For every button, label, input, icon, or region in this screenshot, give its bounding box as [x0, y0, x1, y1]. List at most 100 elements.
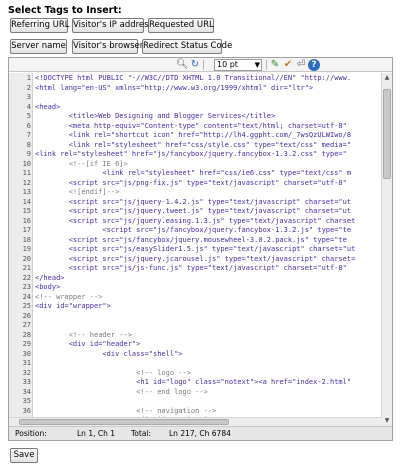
code-line: <h1 id="logo" class="notext"><a href="in… [35, 378, 352, 386]
format-icon[interactable]: ✔ [282, 59, 294, 71]
line-number: 17 [22, 226, 31, 234]
line-number: 1 [26, 74, 31, 82]
server-name-button[interactable]: Server name [10, 39, 67, 54]
line-number: 15 [22, 207, 31, 215]
line-number: 23 [22, 283, 31, 291]
line-number: 18 [22, 235, 31, 244]
code-line: <script src="js/js-func.js" type="text/j… [35, 264, 347, 272]
line-number: 20 [22, 254, 31, 263]
code-area[interactable]: 1 2 3 4 5 6 7 8 9 10 11 12 13 14 15 16 17 18 19 20 21 22 23 24 2… [9, 73, 382, 426]
code-line: <link rel="shortcut icon" href="http://l… [35, 131, 352, 139]
line-number: 33 [22, 378, 31, 386]
code-line: <div id="header"> [35, 340, 141, 348]
code-line: <!DOCTYPE html PUBLIC "-//W3C//DTD XHTML… [35, 74, 352, 82]
code-line: <script src="js/fancybox/jquery.fancybox… [35, 226, 352, 234]
code-line: <body> [35, 283, 61, 291]
chevron-down-icon: ▼ [254, 61, 260, 69]
search-icon[interactable]: 🔍︎ [176, 59, 189, 71]
vertical-scroll-thumb[interactable] [383, 89, 391, 179]
editor-statusbar: Position: Ln 1, Ch 1 Total: Ln 217, Ch 6… [9, 426, 392, 440]
code-line: <script src="js/png-fix.js" type="text/j… [35, 178, 347, 187]
select-tags-title: Select Tags to Insert: [8, 5, 122, 16]
line-number: 27 [22, 321, 31, 329]
code-line: <!--[if IE 6]> [35, 159, 128, 168]
line-number: 16 [22, 216, 31, 225]
horizontal-scrollbar[interactable] [9, 417, 382, 426]
visitors-browser-button[interactable]: Visitor's browser [72, 39, 143, 54]
line-number: 14 [22, 197, 31, 206]
code-line: <title>Web Designing and Blogger Service… [35, 112, 276, 120]
line-number: 11 [22, 169, 31, 177]
code-line: <!-- navigation --> [35, 406, 217, 415]
redirect-status-code-button[interactable]: Redirect Status Code [142, 39, 232, 54]
save-button[interactable]: Save [10, 448, 38, 463]
line-number: 26 [22, 311, 31, 320]
code-line: <meta http-equiv="Content-type" content=… [35, 121, 347, 130]
editor-toolbar: 🔍︎ ↻ ↶ 10 pt ▼ ✎ ✔ ⏎ ? [9, 58, 392, 72]
line-number: 6 [26, 121, 31, 130]
scroll-up-icon[interactable]: ▲ [382, 73, 392, 83]
code-line: <script src="js/easySlider1.5.js" type="… [35, 245, 356, 253]
wrap-icon[interactable]: ⏎ [295, 59, 307, 71]
line-number: 34 [22, 387, 31, 396]
line-number: 30 [22, 349, 31, 358]
code-editor: 🔍︎ ↻ ↶ 10 pt ▼ ✎ ✔ ⏎ ? 12345678910111213… [8, 57, 393, 441]
requested-url-button[interactable]: Requested URL [148, 18, 214, 33]
total-value: Ln 217, Ch 6784 [169, 429, 231, 438]
line-number: 35 [22, 397, 31, 405]
line-number: 12 [22, 178, 31, 187]
line-number: 36 [22, 406, 31, 415]
code-line: <script src="js/jquery.jcarousel.js" typ… [35, 254, 356, 263]
visitor-ip-button[interactable]: Visitor's IP address [72, 18, 153, 33]
code-line: <link rel="stylesheet" href="css/style.c… [35, 140, 352, 149]
position-label: Position: [15, 429, 47, 438]
line-number: 24 [22, 292, 31, 301]
line-number: 22 [22, 273, 31, 282]
line-number: 31 [22, 359, 31, 367]
code-line: <!-- end logo --> [35, 387, 208, 396]
replace-icon[interactable]: ↻ [189, 59, 201, 71]
referring-url-button[interactable]: Referring URL [10, 18, 70, 33]
line-number: 5 [26, 112, 31, 120]
code-line: <script src="js/jquery.tweet.js" type="t… [35, 207, 352, 215]
toggle-highlight-icon[interactable]: ✎ [269, 59, 281, 71]
code-line: <!-- logo --> [35, 368, 191, 377]
vertical-scrollbar[interactable]: ▲ ▼ [381, 73, 392, 426]
code-line: <!-- header --> [35, 330, 132, 339]
code-line: <script src="js/jquery.easing.1.3.js" ty… [35, 216, 356, 225]
code-line: <html lang="en-US" xmlns="http://www.w3.… [35, 83, 314, 92]
line-number: 4 [26, 102, 31, 111]
line-number: 29 [22, 340, 31, 348]
font-size-value: 10 pt [217, 60, 238, 69]
line-number: 13 [22, 188, 31, 196]
line-number-gutter: 1 2 3 4 5 6 7 8 9 10 11 12 13 14 15 16 17 18 19 20 21 22 23 24 2… [9, 73, 33, 426]
font-size-select[interactable]: 10 pt ▼ [214, 59, 262, 71]
toolbar-separator [266, 60, 267, 70]
line-number: 25 [22, 302, 31, 310]
code-line: <head> [35, 102, 61, 111]
line-number: 3 [26, 93, 31, 101]
line-number: 32 [22, 368, 31, 377]
code-line: <link rel="stylesheet" href="js/fancybox… [35, 150, 347, 158]
code-line: <!-- wrapper --> [35, 292, 103, 301]
help-icon[interactable]: ? [308, 59, 320, 71]
line-number: 7 [26, 131, 31, 139]
line-number: 2 [26, 83, 31, 92]
position-value: Ln 1, Ch 1 [77, 429, 116, 438]
toolbar-separator [203, 60, 204, 70]
line-number: 21 [22, 264, 31, 272]
line-number: 8 [26, 140, 31, 149]
line-number: 28 [22, 330, 31, 339]
code-line: <div class="shell"> [35, 349, 183, 358]
line-number: 10 [22, 159, 31, 168]
code-line: <link rel="stylesheet" href="css/ie6.css… [35, 169, 352, 177]
line-number: 19 [22, 245, 31, 253]
total-label: Total: [131, 429, 152, 438]
scroll-down-icon[interactable]: ▼ [382, 416, 392, 426]
code-line: <script src="js/jquery-1.4.2.js" type="t… [35, 197, 352, 206]
horizontal-scroll-thumb[interactable] [19, 419, 229, 425]
code-line: <script src="js/fancybox/jquery.mousewhe… [35, 235, 347, 244]
code-line: <![endif]--> [35, 188, 120, 196]
line-number: 9 [26, 150, 31, 158]
code-line: </head> [35, 273, 65, 282]
